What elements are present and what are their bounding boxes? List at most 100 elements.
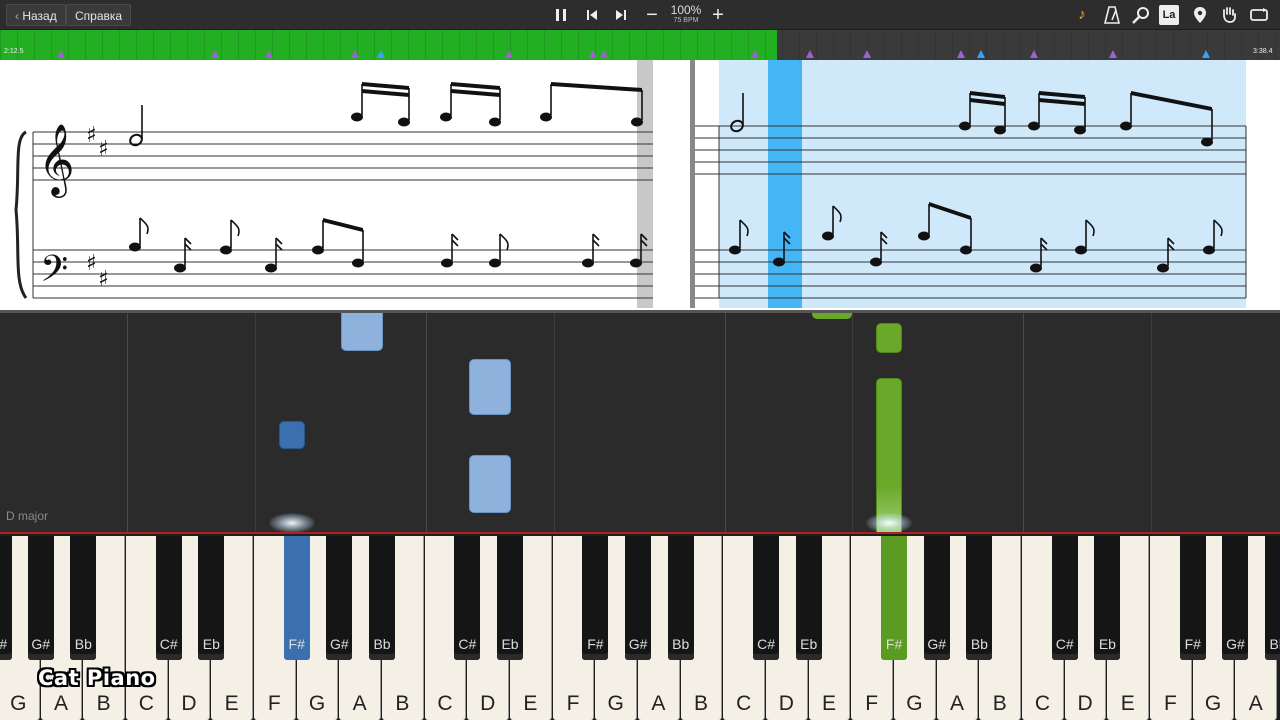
black-key[interactable]: G# [27,536,54,660]
marker-icon [957,50,965,58]
skip-back-icon[interactable] [580,3,604,29]
black-key-label: F# [0,636,8,652]
marker-icon [265,50,273,58]
black-key[interactable]: Eb [795,536,822,660]
marker-icon [589,50,597,58]
black-key[interactable]: C# [1051,536,1078,660]
black-key[interactable]: G# [923,536,950,660]
black-key[interactable]: F# [283,536,310,660]
falling-note [469,455,511,513]
black-key[interactable]: F# [881,536,908,660]
white-key-label: F [566,692,580,715]
white-key-label: G [1204,692,1222,715]
black-key[interactable]: Bb [70,536,97,660]
black-key-label: F# [288,636,305,652]
white-key-label: C [1034,692,1050,715]
black-key-label: G# [628,636,648,652]
minus-icon[interactable]: − [640,3,664,27]
tempo-percent: 100% [670,3,702,17]
roll-divider [255,313,256,535]
metronome-icon[interactable] [1101,4,1123,26]
black-key[interactable]: Bb [369,536,396,660]
black-key[interactable]: Eb [497,536,524,660]
roll-divider [127,313,128,535]
white-key-label: A [53,692,68,715]
black-key-label: F# [885,636,903,652]
falling-note [876,323,902,353]
black-key[interactable]: G# [326,536,353,660]
timeline-scrubber[interactable]: 2:12.5 3:38.4 [0,30,1280,60]
roll-divider [554,313,555,535]
loop-icon[interactable] [1248,4,1270,26]
black-key[interactable]: C# [454,536,481,660]
falling-note [469,359,511,415]
black-key-label: G# [1226,636,1245,652]
help-label: Справка [75,9,123,23]
back-button[interactable]: ‹ Назад [6,4,66,26]
marker-icon [751,50,759,58]
white-key-label: A [651,692,666,715]
help-button[interactable]: Справка [66,4,132,26]
falling-note [876,378,902,533]
white-key-label: C [736,692,752,715]
black-key-label: C# [159,636,178,652]
key-signature-label: D major [6,509,49,523]
black-key[interactable]: Eb [1094,536,1121,660]
white-key-label: E [822,692,837,715]
skip-forward-icon[interactable] [609,3,633,29]
black-key[interactable]: F# [0,536,12,660]
la-label: La [1162,9,1176,21]
black-key[interactable]: G# [1222,536,1249,660]
svg-text:𝄞: 𝄞 [38,122,75,198]
black-key[interactable]: C# [753,536,780,660]
pause-icon[interactable] [549,3,573,30]
black-key[interactable]: G# [625,536,652,660]
hand-icon[interactable] [1218,4,1240,26]
search-icon[interactable] [1130,4,1152,26]
falling-note [279,421,305,449]
black-key-label: Bb [970,636,988,652]
marker-icon [1202,50,1210,58]
black-key-label: G# [31,636,50,652]
toolbar: ‹ Назад Справка − 100% 75 BPM + ♪ La [0,0,1280,30]
svg-text:♯: ♯ [98,137,109,162]
black-key-label: Eb [800,636,818,652]
back-label: Назад [22,9,57,23]
white-key-label: B [992,692,1007,715]
black-key[interactable]: Bb [966,536,993,660]
black-key-label: G# [330,636,349,652]
white-key-label: G [308,692,326,715]
roll-divider [1023,313,1024,535]
tempo-bpm: 75 BPM [673,17,699,24]
white-key-label: B [395,692,410,715]
marker-icon [211,50,219,58]
chevron-left-icon: ‹ [15,9,19,23]
plus-icon[interactable]: + [706,3,730,27]
white-key-label: D [778,692,794,715]
white-key-label: D [1077,692,1093,715]
marker-icon [977,50,985,58]
la-label-icon[interactable]: La [1159,5,1179,25]
note-icon[interactable]: ♪ [1071,4,1093,26]
black-key-label: C# [458,636,477,652]
svg-text:♯: ♯ [86,251,97,276]
white-key-label: A [352,692,367,715]
piano-roll: D major [0,310,1280,535]
black-key-label: C# [757,636,775,652]
black-key[interactable]: F# [1179,536,1206,660]
white-key-label: C [437,692,453,715]
sheet-music-svg: 𝄞 𝄢 ♯ ♯ ♯ ♯ [14,60,1247,308]
white-key-label: B [96,692,111,715]
marker-icon [377,50,385,58]
black-key[interactable]: Eb [198,536,225,660]
black-key[interactable]: Bb [667,536,694,660]
total-time: 3:38.4 [1253,48,1273,55]
black-key[interactable]: F# [582,536,609,660]
roll-divider [852,313,853,535]
black-key[interactable]: Bb [1265,536,1280,660]
location-pin-icon[interactable] [1189,4,1211,26]
black-key[interactable]: C# [155,536,182,660]
roll-divider [1151,313,1152,535]
white-key-label: G [10,692,27,715]
marker-icon [1109,50,1117,58]
